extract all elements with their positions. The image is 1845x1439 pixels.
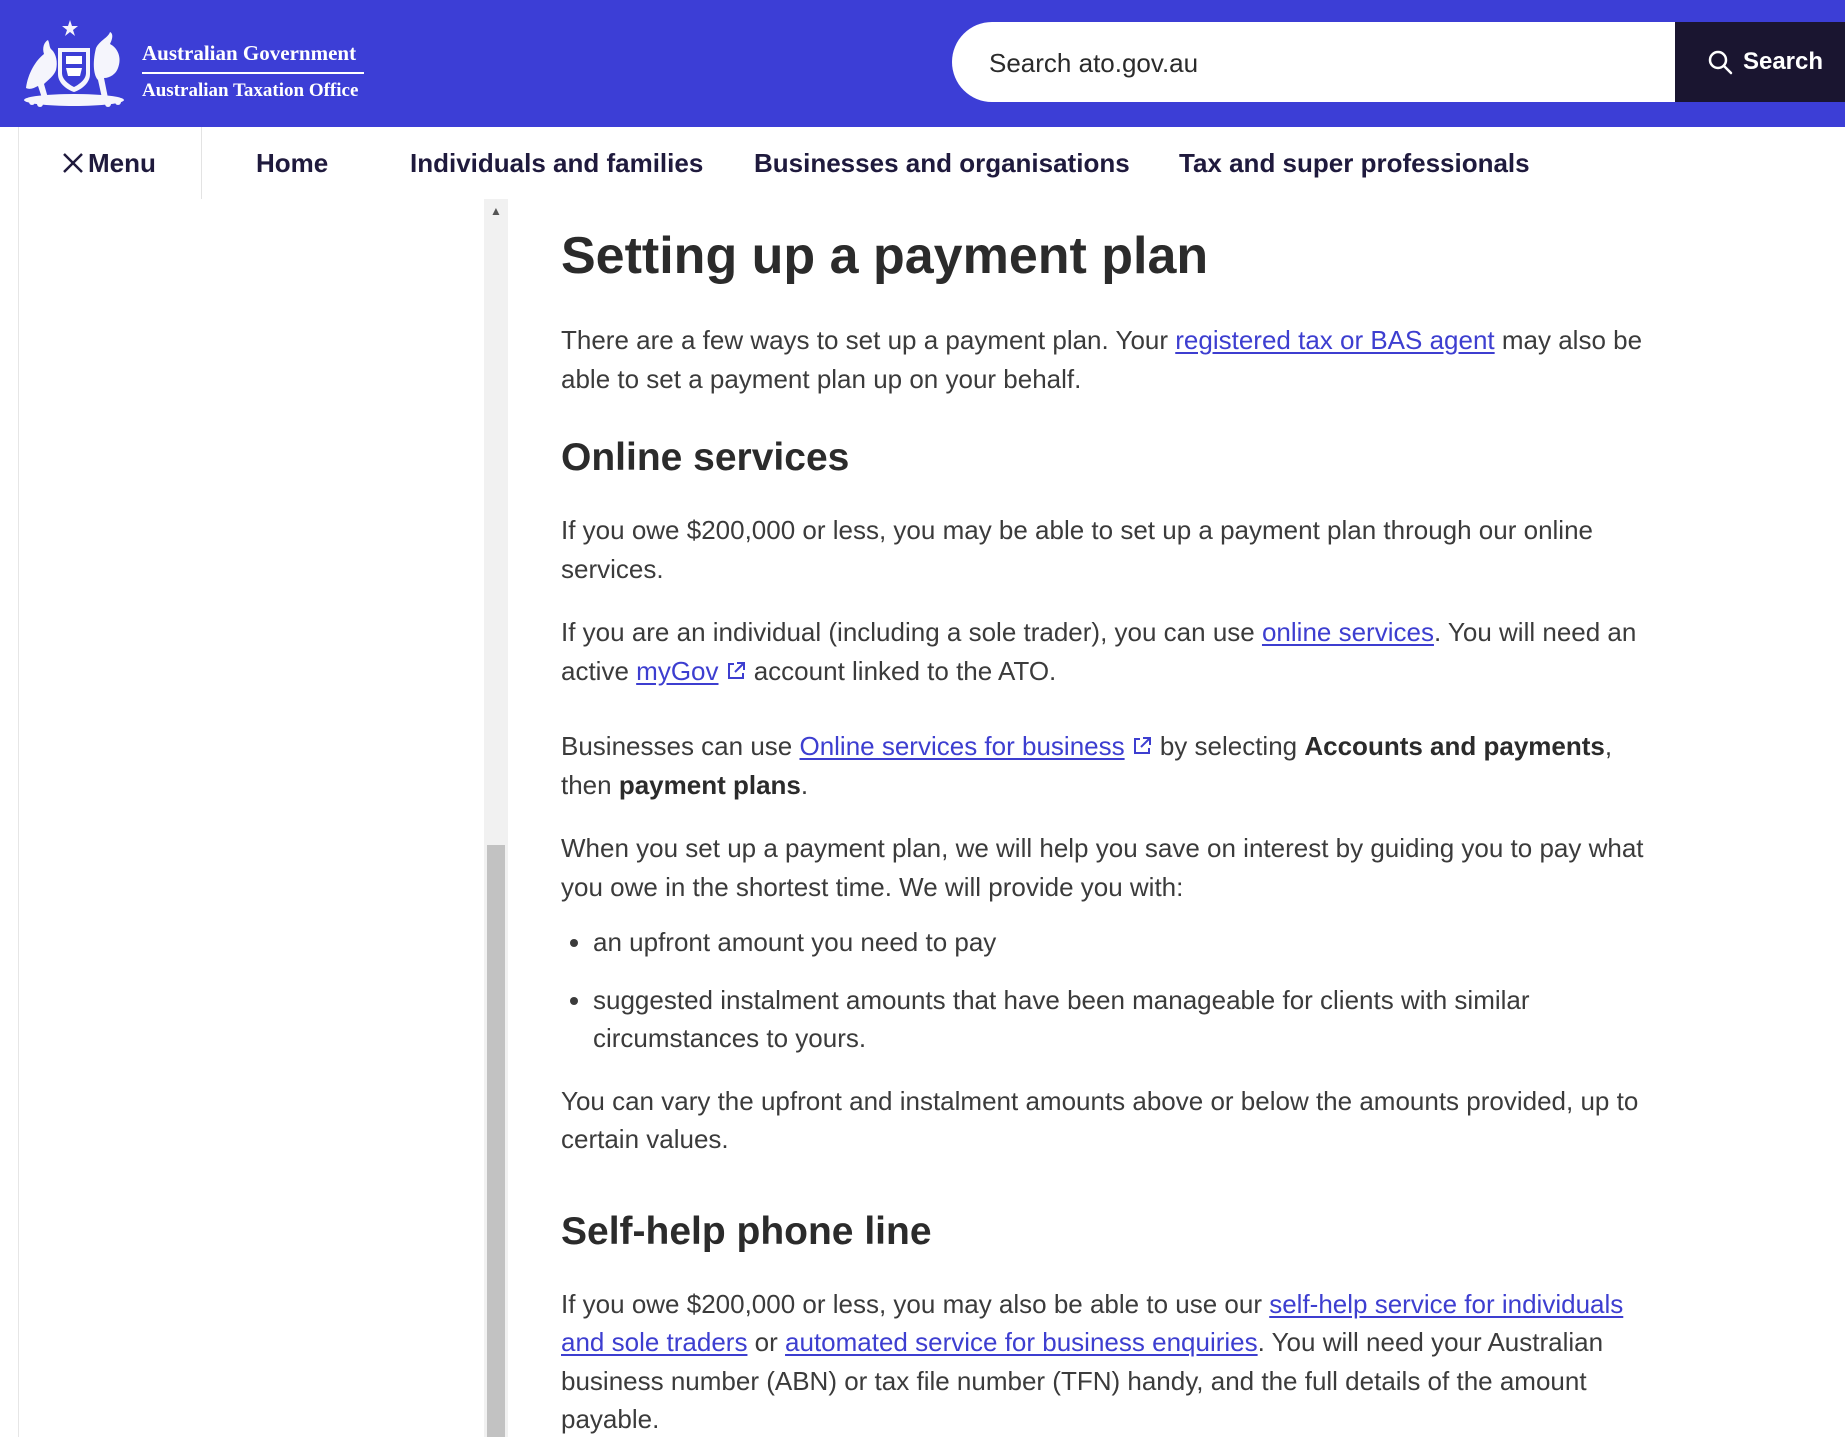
scroll-up-arrow-icon[interactable]: ▲ xyxy=(484,203,508,219)
p2-text-end: account linked to the ATO. xyxy=(746,655,1057,686)
external-link-icon xyxy=(727,661,745,679)
p3-text-end: . xyxy=(800,769,809,800)
search-button[interactable]: Search xyxy=(1675,22,1845,102)
list-item: an upfront amount you need to pay xyxy=(593,923,1651,962)
site-header: Australian Government Australian Taxatio… xyxy=(0,0,1845,127)
mygov-link[interactable]: myGov xyxy=(636,656,718,686)
logo-government-text: Australian Government xyxy=(142,40,364,74)
payment-plans-text: payment plans xyxy=(618,769,801,800)
nav-item-businesses[interactable]: Businesses and organisations xyxy=(754,127,1130,199)
left-border xyxy=(18,127,19,1437)
self-help-text-middle: or xyxy=(747,1327,786,1357)
page-title: Setting up a payment plan xyxy=(561,227,1209,285)
main-navigation: Menu Home Individuals and families Busin… xyxy=(0,127,1845,199)
list-item: suggested instalment amounts that have b… xyxy=(593,981,1651,1058)
nav-item-tax-professionals[interactable]: Tax and super professionals xyxy=(1179,127,1530,199)
online-services-paragraph-2: If you are an individual (including a so… xyxy=(561,613,1651,690)
online-services-paragraph-1: If you owe $200,000 or less, you may be … xyxy=(561,515,1594,584)
online-services-paragraph-5: You can vary the upfront and instalment … xyxy=(561,1085,1639,1155)
nav-divider xyxy=(201,127,202,199)
self-help-heading: Self-help phone line xyxy=(561,1209,932,1253)
menu-toggle-button[interactable]: Menu xyxy=(62,127,156,199)
search-button-label: Search xyxy=(1742,48,1824,75)
p2-text: If you are an individual (including a so… xyxy=(561,617,1262,647)
search-box xyxy=(952,22,1677,104)
online-services-paragraph-4: When you set up a payment plan, we will … xyxy=(561,833,1644,902)
online-services-business-link[interactable]: Online services for business xyxy=(799,731,1124,761)
menu-label: Menu xyxy=(88,148,156,178)
close-icon xyxy=(63,153,83,173)
automated-business-link[interactable]: automated service for business enquiries xyxy=(785,1327,1258,1357)
article-content: Setting up a payment plan There are a fe… xyxy=(561,220,1651,1439)
self-help-text: If you owe $200,000 or less, you may als… xyxy=(561,1288,1270,1319)
content-scrollbar[interactable]: ▲ xyxy=(484,199,508,1437)
self-help-paragraph: If you owe $200,000 or less, you may als… xyxy=(561,1285,1651,1439)
registered-agent-link[interactable]: registered tax or BAS agent xyxy=(1175,325,1494,355)
nav-item-individuals[interactable]: Individuals and families xyxy=(410,127,703,199)
external-link-icon xyxy=(1133,737,1151,754)
scrollbar-thumb[interactable] xyxy=(487,845,505,1437)
provided-items-list: an upfront amount you need to pay sugges… xyxy=(561,923,1651,1058)
ato-logo[interactable]: Australian Government Australian Taxatio… xyxy=(18,18,378,108)
search-icon xyxy=(1708,50,1733,75)
accounts-payments-text: Accounts and payments xyxy=(1304,731,1605,761)
intro-text: There are a few ways to set up a payment… xyxy=(561,325,1176,355)
p3-text: Businesses can use xyxy=(561,731,800,761)
coat-of-arms-icon xyxy=(24,20,124,107)
logo-agency-text: Australian Taxation Office xyxy=(142,80,359,101)
p3-text-middle: by selecting xyxy=(1152,731,1305,761)
online-services-heading: Online services xyxy=(561,436,850,479)
online-services-paragraph-3: Businesses can use Online services for b… xyxy=(561,727,1651,804)
intro-paragraph: There are a few ways to set up a payment… xyxy=(561,321,1651,398)
search-input[interactable] xyxy=(987,22,1641,104)
online-services-link[interactable]: online services xyxy=(1262,617,1434,647)
nav-item-home[interactable]: Home xyxy=(256,127,328,199)
